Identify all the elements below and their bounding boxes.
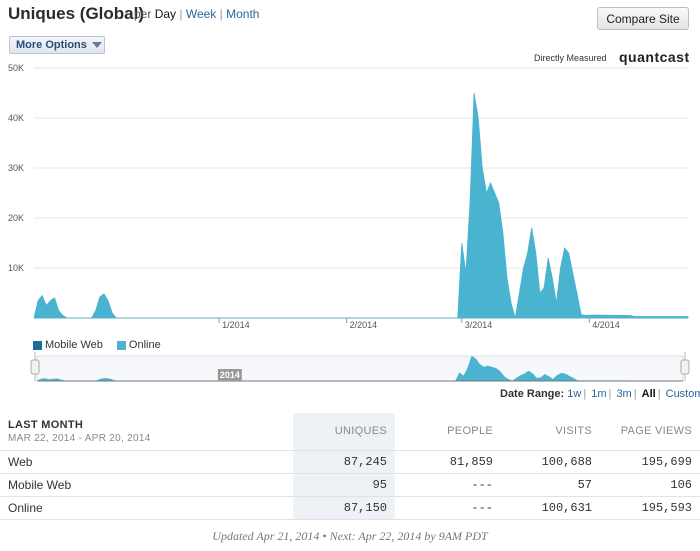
legend-item-online[interactable]: Online <box>116 339 161 351</box>
traffic-table: LAST MONTH MAR 22, 2014 - APR 20, 2014 U… <box>0 413 700 520</box>
cell-uniques: 87,245 <box>293 450 395 474</box>
x-tick-label: 2/2014 <box>350 320 378 330</box>
legend-item-mobile-web[interactable]: Mobile Web <box>33 339 103 351</box>
table-row: Online 87,150 --- 100,631 195,593 <box>0 496 700 520</box>
chart-legend: Mobile Web Online <box>33 339 161 351</box>
cell-uniques: 95 <box>293 473 395 497</box>
update-footer: Updated Apr 21, 2014 • Next: Apr 22, 201… <box>212 529 488 543</box>
legend-label: Online <box>128 339 161 351</box>
range-1m[interactable]: 1m <box>591 388 606 400</box>
table-row: Web 87,245 81,859 100,688 195,699 <box>0 450 700 474</box>
cell-page-views: 195,699 <box>600 450 700 474</box>
period-header: LAST MONTH MAR 22, 2014 - APR 20, 2014 <box>0 413 293 451</box>
x-tick-label: 1/2014 <box>222 320 250 330</box>
x-tick-label: 4/2014 <box>592 320 620 330</box>
cell-people: 81,859 <box>395 450 501 474</box>
uniques-chart: 50K 40K 30K 20K 10K 1/2014 2/2014 3/2014 4/2014 <box>8 63 689 330</box>
table-header-row: LAST MONTH MAR 22, 2014 - APR 20, 2014 U… <box>0 413 700 451</box>
navigator-track <box>36 355 684 382</box>
x-tick-label: 3/2014 <box>465 320 493 330</box>
date-range-selector: Date Range: 1w | 1m | 3m | All | Custom <box>500 388 700 400</box>
period-week-link[interactable]: Week <box>186 7 216 21</box>
range-3m[interactable]: 3m <box>616 388 631 400</box>
col-visits: VISITS <box>501 413 600 451</box>
col-uniques: UNIQUES <box>293 413 395 451</box>
cell-visits: 100,688 <box>501 450 600 474</box>
cell-page-views: 195,593 <box>600 496 700 520</box>
period-selector: per Day | Week | Month <box>134 7 260 21</box>
y-tick-label: 10K <box>8 263 24 273</box>
cell-people: --- <box>395 473 501 497</box>
compare-site-button[interactable]: Compare Site <box>597 7 689 30</box>
range-1w[interactable]: 1w <box>567 388 581 400</box>
y-tick-label: 30K <box>8 163 24 173</box>
range-handle-right[interactable] <box>680 359 690 375</box>
col-page-views: PAGE VIEWS <box>600 413 700 451</box>
row-label-web[interactable]: Web <box>0 450 293 474</box>
period-range: MAR 22, 2014 - APR 20, 2014 <box>8 432 151 444</box>
cell-visits: 100,631 <box>501 496 600 520</box>
col-people: PEOPLE <box>395 413 501 451</box>
online-swatch <box>116 340 126 350</box>
period-title: LAST MONTH <box>8 418 84 431</box>
navigator-year-label: 2014 <box>220 370 240 380</box>
y-tick-label: 40K <box>8 113 24 123</box>
legend-label: Mobile Web <box>45 339 103 351</box>
series-area-online <box>33 92 689 319</box>
table-row: Mobile Web 95 --- 57 106 <box>0 473 700 497</box>
cell-uniques: 87,150 <box>293 496 395 520</box>
range-all[interactable]: All <box>642 388 656 400</box>
date-range-label: Date Range: <box>500 388 565 400</box>
cell-people: --- <box>395 496 501 520</box>
period-day[interactable]: Day <box>155 7 176 21</box>
y-tick-label: 50K <box>8 63 24 73</box>
row-label-mobile-web[interactable]: Mobile Web <box>0 473 293 497</box>
range-custom[interactable]: Custom <box>666 388 700 400</box>
more-options-label: More Options <box>16 39 87 51</box>
chevron-down-icon <box>91 42 102 48</box>
per-label: per <box>134 7 152 21</box>
row-label-online[interactable]: Online <box>0 496 293 520</box>
more-options-dropdown[interactable]: More Options <box>9 36 105 54</box>
period-month-link[interactable]: Month <box>226 7 259 21</box>
cell-page-views: 106 <box>600 473 700 497</box>
page-title: Uniques (Global) <box>8 4 144 23</box>
range-navigator[interactable]: 2014 <box>0 352 700 386</box>
y-tick-label: 20K <box>8 213 24 223</box>
range-handle-left[interactable] <box>30 359 40 375</box>
cell-visits: 57 <box>501 473 600 497</box>
mobile-web-swatch <box>33 340 42 350</box>
